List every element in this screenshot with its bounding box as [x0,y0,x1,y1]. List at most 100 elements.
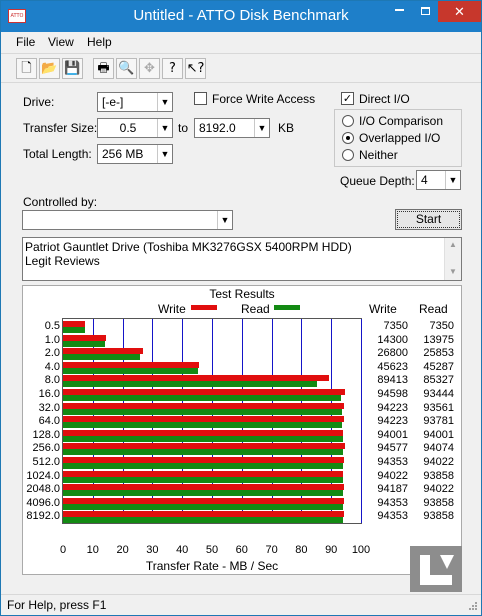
read-bar-512.0 [63,463,344,469]
overlapped-io-radio[interactable] [342,132,354,144]
transfer-size-to-select[interactable]: 8192.0 ▼ [194,118,270,138]
controlled-by-select[interactable]: ▼ [22,210,233,230]
controlled-by-label: Controlled by: [23,195,98,209]
close-button[interactable]: ✕ [438,1,481,22]
toolbar: 🗋 📂 💾 🖶 🔍 ✥ ? ↖? [1,53,481,83]
direct-io-checkbox[interactable]: ✓ [341,92,354,105]
transfer-size-from-select[interactable]: 0.5 ▼ [97,118,173,138]
transfer-size-label-4.0: 4.0 [44,360,60,373]
read-bar-32.0 [63,408,342,415]
read-bar-4.0 [63,367,198,374]
x-tick-90: 90 [325,544,338,556]
total-length-value: 256 MB [102,147,144,161]
io-comparison-radio[interactable] [342,115,354,127]
status-text: For Help, press F1 [7,598,107,612]
chevron-down-icon[interactable]: ▼ [157,119,172,137]
transfer-to-value: 8192.0 [199,121,236,135]
kb-label: KB [278,121,295,135]
read-value-1024.0: 93858 [423,469,454,482]
menu-bar: File View Help [1,32,481,52]
queue-depth-select[interactable]: 4 ▼ [416,170,461,190]
read-bar-1024.0 [63,476,343,483]
write-value-128.0: 94001 [377,428,408,441]
direct-io-label: Direct I/O [359,92,410,106]
new-file-icon[interactable]: 🗋 [16,58,37,79]
legend-read-label: Read [241,302,270,316]
read-column-header: Read [419,302,448,316]
results-title: Test Results [209,287,275,301]
chevron-down-icon[interactable]: ▼ [217,211,232,229]
save-icon[interactable]: 💾 [62,58,83,79]
chevron-down-icon[interactable]: ▼ [445,171,460,189]
neither-radio[interactable] [342,149,354,161]
read-value-4096.0: 93858 [423,496,454,509]
chevron-down-icon[interactable]: ▼ [157,145,172,163]
chevron-down-icon[interactable]: ▼ [157,93,172,111]
start-button[interactable]: Start [395,209,462,230]
maximize-icon [420,7,430,15]
read-value-8.0: 85327 [423,374,454,387]
write-value-16.0: 94598 [377,388,408,400]
help-icon[interactable]: ? [162,58,183,79]
transfer-size-label: Transfer Size: [23,121,98,135]
menu-file[interactable]: File [16,35,35,49]
drive-select[interactable]: [-e-] ▼ [97,92,173,112]
x-tick-0: 0 [59,544,67,556]
read-value-4.0: 45287 [423,360,454,373]
minimize-button[interactable] [386,1,412,22]
chevron-down-icon[interactable]: ▼ [254,119,269,137]
write-value-2048.0: 94187 [377,483,408,496]
total-length-select[interactable]: 256 MB ▼ [97,144,173,164]
x-tick-40: 40 [176,544,189,556]
app-window: ATTO Untitled - ATTO Disk Benchmark ✕ Fi… [0,0,482,616]
description-line-1: Patriot Gauntlet Drive (Toshiba MK3276GS… [25,240,352,254]
legit-reviews-logo [410,546,462,592]
transfer-size-label-64.0: 64.0 [38,415,60,428]
transfer-size-label-16.0: 16.0 [38,388,60,400]
read-value-256.0: 94074 [423,442,454,455]
title-bar[interactable]: ATTO Untitled - ATTO Disk Benchmark ✕ [1,1,481,32]
force-write-checkbox[interactable] [194,92,207,105]
open-folder-icon[interactable]: 📂 [39,58,60,79]
write-value-0.5: 7350 [383,320,408,332]
write-value-8192.0: 94353 [377,510,408,523]
x-tick-80: 80 [295,544,308,556]
context-help-icon[interactable]: ↖? [185,58,206,79]
scroll-down-icon[interactable]: ▼ [449,267,457,276]
maximize-button[interactable] [412,1,438,22]
read-bar-2048.0 [63,490,344,497]
menu-view[interactable]: View [48,35,74,49]
print-icon[interactable]: 🖶 [93,58,114,79]
read-value-2.0: 25853 [423,347,454,360]
transfer-size-label-32.0: 32.0 [38,401,60,414]
transfer-size-label-512.0: 512.0 [32,456,60,468]
write-value-2.0: 26800 [377,347,408,360]
move-icon[interactable]: ✥ [139,58,160,79]
description-scrollbar[interactable]: ▲ ▼ [444,238,461,280]
description-textbox[interactable]: Patriot Gauntlet Drive (Toshiba MK3276GS… [22,237,462,281]
transfer-size-label-1.0: 1.0 [44,333,60,346]
x-tick-30: 30 [146,544,159,556]
minimize-icon [394,9,404,11]
read-bar-256.0 [63,449,344,456]
transfer-size-label-0.5: 0.5 [44,320,60,332]
write-value-4096.0: 94353 [377,496,408,509]
drive-label: Drive: [23,95,55,109]
read-bar-0.5 [63,327,85,333]
read-value-1.0: 13975 [423,333,454,346]
bar-chart-plot [62,318,362,524]
print-preview-icon[interactable]: 🔍 [116,58,137,79]
read-bar-4096.0 [63,503,343,510]
x-axis-label: Transfer Rate - MB / Sec [145,559,279,573]
transfer-size-label-128.0: 128.0 [32,428,60,441]
read-bar-2.0 [63,354,141,361]
x-tick-60: 60 [235,544,248,556]
write-value-1.0: 14300 [377,333,408,346]
transfer-size-label-8192.0: 8192.0 [26,510,60,523]
write-value-4.0: 45623 [377,360,408,373]
description-line-2: Legit Reviews [25,254,100,268]
io-comparison-label: I/O Comparison [359,114,444,128]
resize-grip-icon[interactable] [466,601,478,613]
menu-help[interactable]: Help [87,35,112,49]
scroll-up-icon[interactable]: ▲ [449,240,457,249]
